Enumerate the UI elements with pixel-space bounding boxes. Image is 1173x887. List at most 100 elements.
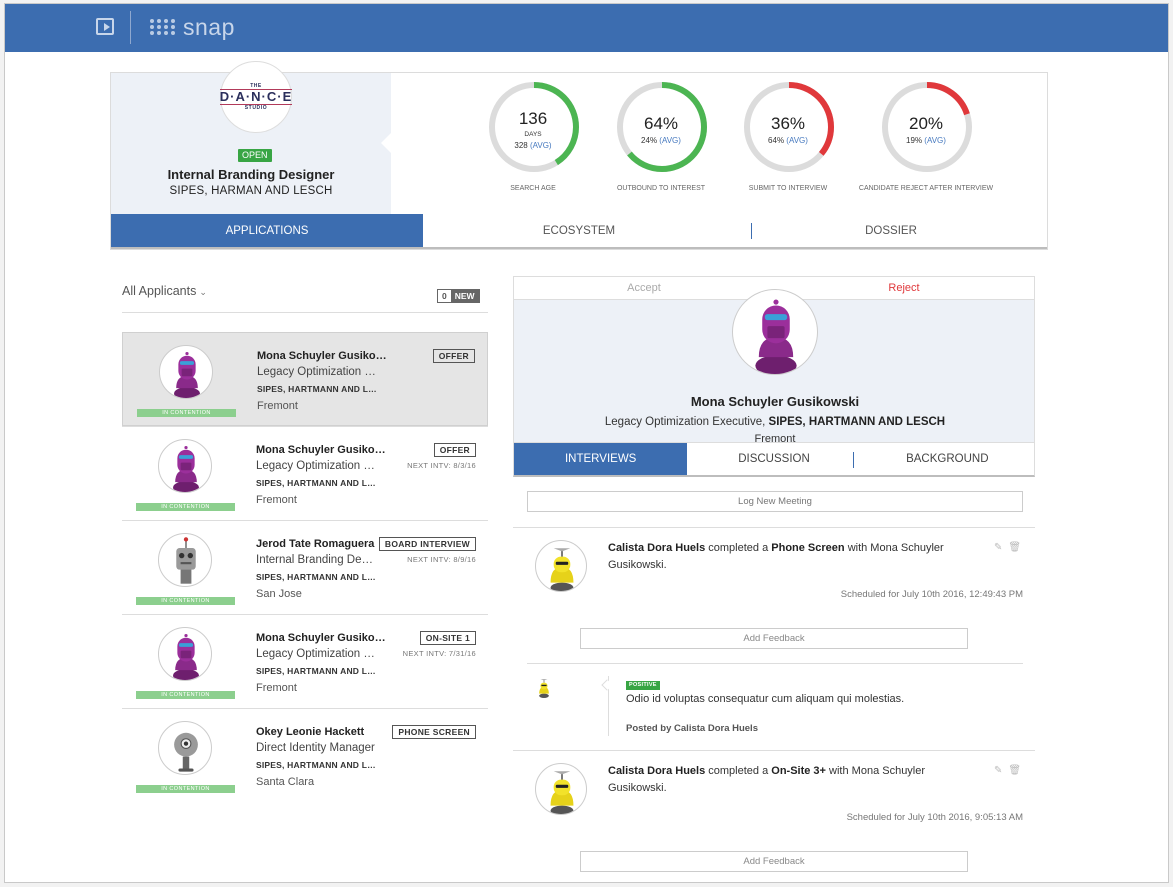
applicant-row[interactable]: IN CONTENTION Mona Schuyler Gusikowski Leg… xyxy=(122,426,488,520)
scheduled-time: Scheduled for July 10th 2016, 12:49:43 P… xyxy=(840,589,1023,600)
avatar xyxy=(158,627,212,681)
avatar xyxy=(158,533,212,587)
divider xyxy=(527,663,1023,664)
applicant-row[interactable]: IN CONTENTION Okey Leonie Hackett Direct I… xyxy=(122,708,488,802)
applicant-location: Fremont xyxy=(256,494,297,506)
applicant-company: SIPES, HARTMANN AND LESCH xyxy=(256,760,376,770)
applicant-location: Fremont xyxy=(257,400,298,412)
next-interview-date: NEXT INTV: 8/3/16 xyxy=(407,461,476,470)
applicant-name: Mona Schuyler Gusikowski xyxy=(256,632,386,644)
applicant-name: Mona Schuyler Gusikowski xyxy=(256,444,386,456)
job-status-badge: OPEN xyxy=(238,149,272,162)
new-label: NEW xyxy=(450,290,479,302)
edit-icon[interactable]: ✎ xyxy=(994,542,1002,553)
avatar xyxy=(158,721,212,775)
metric-average: 19% (AVG) xyxy=(906,136,946,145)
metric-value: 64% xyxy=(643,114,679,133)
applicant-role: Internal Branding Designer xyxy=(256,554,376,566)
interviewer-robot-icon xyxy=(539,679,549,698)
metric-average: 24% (AVG) xyxy=(641,136,681,145)
new-count: 0 xyxy=(438,290,451,302)
metric-caption: SUBMIT TO INTERVIEW xyxy=(748,185,828,192)
metric-value: 136 xyxy=(518,109,548,128)
metric-gauge: 136 DAYS 328 (AVG) SEARCH AGE xyxy=(463,81,603,199)
tab-background[interactable]: BACKGROUND xyxy=(861,443,1034,475)
tab-ecosystem[interactable]: ECOSYSTEM xyxy=(423,214,735,247)
divider xyxy=(513,750,1035,751)
company-logo: THE D·A·N·C·E STUDIO xyxy=(219,61,293,133)
metric-average: 328 (AVG) xyxy=(514,141,552,150)
stage-badge: OFFER xyxy=(433,443,476,457)
contention-badge: IN CONTENTION xyxy=(136,691,235,699)
applicant-location: San Jose xyxy=(256,588,302,600)
trash-icon[interactable]: 🗑 xyxy=(1008,542,1021,553)
activity-text: Calista Dora Huels completed a Phone Scr… xyxy=(608,542,944,571)
applicant-filter-dropdown[interactable]: All Applicants ⌄ xyxy=(122,284,207,298)
feedback-pointer xyxy=(601,679,613,691)
feedback-avatar xyxy=(533,676,555,698)
stage-badge: PHONE SCREEN xyxy=(392,725,476,739)
accept-button[interactable]: Accept xyxy=(514,277,774,299)
candidate-robot-icon xyxy=(173,633,199,680)
avatar xyxy=(159,345,213,399)
add-feedback-button[interactable]: Add Feedback xyxy=(580,628,968,649)
tab-interviews[interactable]: INTERVIEWS xyxy=(514,443,688,475)
metric-gauge: 64% 24% (AVG) OUTBOUND TO INTEREST xyxy=(591,81,731,199)
metric-average: 64% (AVG) xyxy=(768,136,808,145)
metric-value: 36% xyxy=(770,114,806,133)
sidebar-toggle-icon[interactable] xyxy=(96,18,114,35)
job-title: Internal Branding Designer xyxy=(167,167,335,182)
interviewer-robot-icon xyxy=(550,548,574,591)
applicant-company: SIPES, HARTMANN AND LESCH xyxy=(256,572,376,582)
applicant-location: Fremont xyxy=(256,682,297,694)
edit-icon[interactable]: ✎ xyxy=(994,765,1002,776)
tab-applications[interactable]: APPLICATIONS xyxy=(111,214,423,247)
tab-divider xyxy=(751,223,752,239)
stage-badge: ON-SITE 1 xyxy=(419,631,476,645)
applicant-row[interactable]: IN CONTENTION Mona Schuyler Gusikowski Leg… xyxy=(122,614,488,708)
profile-header: Mona Schuyler Gusikowski Legacy Optimiza… xyxy=(513,289,1035,445)
applicant-row[interactable]: IN CONTENTION Mona Schuyler Gusikowski Leg… xyxy=(122,332,488,426)
new-applicants-counter[interactable]: 0 NEW xyxy=(437,289,480,303)
metric-gauge: 36% 64% (AVG) SUBMIT TO INTERVIEW xyxy=(718,81,858,199)
applicant-row[interactable]: IN CONTENTION Jerod Tate Romaguera Interna… xyxy=(122,520,488,614)
next-interview-date: NEXT INTV: 8/9/16 xyxy=(407,555,476,564)
tab-discussion[interactable]: DISCUSSION xyxy=(687,443,860,475)
job-tabs: APPLICATIONS ECOSYSTEM DOSSIER xyxy=(111,214,1047,249)
brand-name: snap xyxy=(183,13,235,40)
scheduled-time: Scheduled for July 10th 2016, 9:05:13 AM xyxy=(846,812,1023,823)
add-feedback-button[interactable]: Add Feedback xyxy=(580,851,968,872)
activity-text: Calista Dora Huels completed a On-Site 3… xyxy=(608,765,926,794)
interviewer-robot-icon xyxy=(550,771,574,814)
feedback-author: Posted by Calista Dora Huels xyxy=(626,723,758,734)
candidate-robot-icon xyxy=(174,351,200,398)
trash-icon[interactable]: 🗑 xyxy=(1008,765,1021,776)
detail-tabs: INTERVIEWS DISCUSSION BACKGROUND xyxy=(513,442,1035,477)
metric-gauge: 20% 19% (AVG) CANDIDATE REJECT AFTER INTER… xyxy=(856,81,996,199)
candidate-robot-icon xyxy=(174,732,198,772)
profile-name: Mona Schuyler Gusikowski xyxy=(690,394,860,409)
tab-divider xyxy=(853,452,854,468)
tab-dossier[interactable]: DOSSIER xyxy=(735,214,1047,247)
applicant-name: Okey Leonie Hackett xyxy=(256,726,365,738)
applicant-name: Jerod Tate Romaguera xyxy=(256,538,375,550)
filter-label: All Applicants xyxy=(122,284,197,298)
applicant-role: Legacy Optimization Executive xyxy=(256,460,376,472)
top-bar: snap xyxy=(5,4,1168,52)
applicant-company: SIPES, HARTMANN AND LESCH xyxy=(256,478,376,488)
stage-badge: OFFER xyxy=(432,349,475,363)
next-interview-date: NEXT INTV: 7/31/16 xyxy=(402,649,476,658)
brand-dots-icon xyxy=(150,14,176,40)
job-company: SIPES, HARMAN AND LESCH xyxy=(169,185,333,197)
metric-caption: CANDIDATE REJECT AFTER INTERVIEW xyxy=(858,185,994,192)
candidate-robot-icon xyxy=(173,445,199,492)
avatar xyxy=(535,540,587,592)
log-meeting-button[interactable]: Log New Meeting xyxy=(527,491,1023,512)
applicant-company: SIPES, HARTMANN AND LESCH xyxy=(256,666,376,676)
applicant-location: Santa Clara xyxy=(256,776,315,788)
reject-button[interactable]: Reject xyxy=(774,277,1034,299)
sentiment-badge: POSITIVE xyxy=(626,681,660,690)
brand-logo[interactable]: snap xyxy=(150,13,235,41)
job-info-panel: THE D·A·N·C·E STUDIO OPEN Internal Brand… xyxy=(111,61,391,214)
activity-actions: ✎ 🗑 xyxy=(988,542,1021,553)
